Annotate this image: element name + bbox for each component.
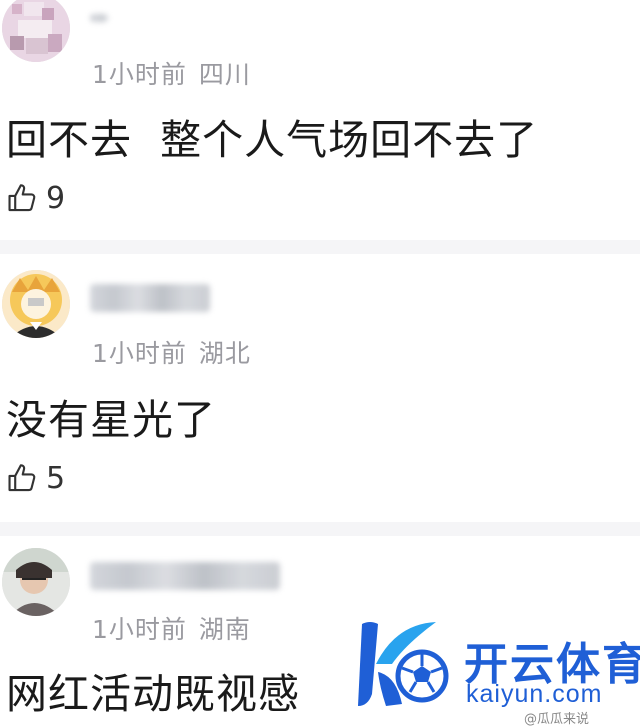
comment-meta: 1小时前 湖北 [92, 334, 251, 370]
comment-location: 四川 [198, 60, 251, 89]
like-button[interactable]: 5 [6, 458, 65, 498]
watermark-domain: kaiyun.com [466, 680, 603, 708]
comment-time: 1小时前 [92, 339, 187, 368]
comment-text: 回不去 整个人气场回不去了 [6, 116, 539, 164]
like-count: 9 [46, 180, 66, 216]
thumbs-up-icon [8, 464, 36, 492]
like-count: 5 [46, 460, 66, 496]
comment-time: 1小时前 [92, 615, 187, 644]
comment-text: 没有星光了 [6, 396, 216, 444]
comment-item: 1小时前 四川 回不去 整个人气场回不去了 9 [0, 0, 640, 236]
thumbs-up-icon [8, 184, 36, 212]
comment-location: 湖南 [198, 615, 251, 644]
like-button[interactable]: 9 [6, 178, 65, 218]
watermark-credit: @瓜瓜来说 [524, 712, 590, 727]
divider [0, 522, 640, 536]
comment-location: 湖北 [198, 339, 251, 368]
username[interactable] [90, 14, 108, 22]
username[interactable] [90, 562, 280, 590]
avatar[interactable] [2, 548, 70, 616]
comment-time: 1小时前 [92, 60, 187, 89]
avatar[interactable] [2, 270, 70, 338]
comment-meta: 1小时前 湖南 [92, 610, 251, 646]
username[interactable] [90, 284, 210, 312]
kaiyun-logo-icon [358, 622, 449, 706]
avatar[interactable] [2, 0, 70, 62]
comment-text: 网红活动既视感 [6, 670, 300, 718]
comment-item: 1小时前 湖北 没有星光了 5 [0, 254, 640, 524]
watermark: 开云体育 kaiyun.com @瓜瓜来说 [356, 614, 640, 727]
divider [0, 240, 640, 254]
comment-meta: 1小时前 四川 [92, 55, 251, 91]
